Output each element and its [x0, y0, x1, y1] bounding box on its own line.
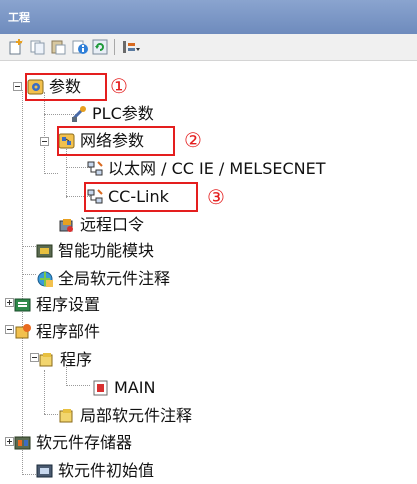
- project-tree: 参数 PLC参数 网络参数 以太网 / CC IE / MELSECNET CC…: [0, 60, 417, 480]
- remote-password-icon: [58, 216, 76, 234]
- plc-parameter-icon: [70, 105, 88, 123]
- new-item-icon[interactable]: [8, 39, 24, 55]
- tree-item-label: 软元件初始值: [58, 461, 155, 480]
- paste-icon[interactable]: [50, 39, 66, 55]
- tree-line: [44, 370, 45, 414]
- local-comment-icon: [58, 407, 76, 425]
- tree-item-global-comment[interactable]: 全局软元件注释: [36, 266, 170, 292]
- properties-icon[interactable]: [72, 39, 88, 55]
- toolbar-separator: [114, 39, 115, 55]
- tree-item-program[interactable]: 程序: [38, 347, 92, 373]
- refresh-icon[interactable]: [92, 39, 108, 55]
- annotation-marker-3: ③: [207, 185, 225, 209]
- annotation-box-2: [57, 126, 175, 156]
- tree-item-ethernet[interactable]: 以太网 / CC IE / MELSECNET: [86, 156, 326, 182]
- program-parts-icon: [14, 323, 32, 341]
- annotation-box-3: [84, 182, 198, 212]
- device-memory-icon: [14, 434, 32, 452]
- device-init-icon: [36, 462, 54, 480]
- tree-item-plc-parameters[interactable]: PLC参数: [70, 101, 154, 127]
- tree-item-label: 全局软元件注释: [58, 269, 171, 288]
- display-options-icon[interactable]: [122, 39, 140, 55]
- program-file-icon: [92, 379, 110, 397]
- program-folder-icon: [38, 351, 56, 369]
- collapse-toggle-program-parts[interactable]: [5, 325, 14, 334]
- tree-item-label: 程序: [60, 350, 93, 369]
- panel-title: 工程: [8, 11, 30, 24]
- tree-item-label: 以太网 / CC IE / MELSECNET: [108, 159, 326, 178]
- collapse-toggle-parameters[interactable]: [13, 82, 22, 91]
- tree-item-device-init[interactable]: 软元件初始值: [36, 458, 154, 484]
- tree-item-label: 程序部件: [36, 322, 101, 341]
- tree-item-program-setting[interactable]: 程序设置: [14, 292, 100, 318]
- tree-item-label: 远程口令: [80, 215, 145, 234]
- tree-item-local-comment[interactable]: 局部软元件注释: [58, 403, 192, 429]
- module-icon: [36, 242, 54, 260]
- annotation-marker-2: ②: [184, 128, 202, 152]
- tree-line: [44, 92, 45, 174]
- tree-item-intelligent-module[interactable]: 智能功能模块: [36, 238, 154, 264]
- tree-line: [44, 173, 58, 174]
- tree-item-program-parts[interactable]: 程序部件: [14, 319, 100, 345]
- tree-line: [22, 90, 23, 475]
- tree-item-device-memory[interactable]: 软元件存储器: [14, 430, 132, 456]
- global-comment-icon: [36, 270, 54, 288]
- tree-item-label: 软元件存储器: [36, 433, 133, 452]
- toolbar: [0, 34, 417, 61]
- tree-item-label: 程序设置: [36, 295, 101, 314]
- collapse-toggle-network[interactable]: [40, 137, 49, 146]
- panel-title-bar: 工程: [0, 0, 417, 34]
- expand-toggle-program-setting[interactable]: [5, 298, 14, 307]
- tree-item-label: 智能功能模块: [58, 241, 155, 260]
- tree-line: [44, 414, 58, 415]
- copy-icon[interactable]: [30, 39, 46, 55]
- tree-line: [22, 474, 36, 475]
- tree-item-remote-password[interactable]: 远程口令: [58, 212, 144, 238]
- network-node-icon: [86, 160, 104, 178]
- expand-toggle-device-memory[interactable]: [5, 437, 14, 446]
- tree-item-main[interactable]: MAIN: [92, 375, 155, 401]
- tree-line: [22, 246, 36, 247]
- tree-line: [22, 274, 36, 275]
- annotation-box-1: [25, 73, 107, 101]
- tree-line: [66, 385, 90, 386]
- program-setting-icon: [14, 296, 32, 314]
- tree-item-label: PLC参数: [92, 104, 154, 123]
- tree-item-label: MAIN: [114, 378, 156, 397]
- annotation-marker-1: ①: [110, 74, 128, 98]
- tree-item-label: 局部软元件注释: [80, 406, 193, 425]
